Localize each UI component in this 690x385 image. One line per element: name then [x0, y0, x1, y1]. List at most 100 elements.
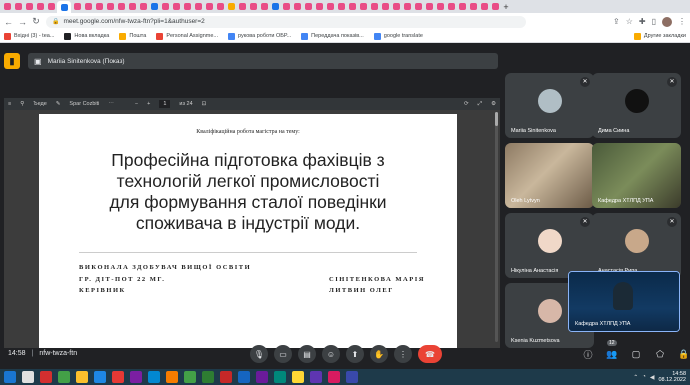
browser-tab[interactable]: [24, 2, 34, 12]
browser-tab[interactable]: [182, 2, 192, 12]
taskbar-app-icon[interactable]: [328, 371, 340, 383]
browser-tab[interactable]: [446, 2, 456, 12]
browser-tab[interactable]: [215, 2, 225, 12]
participant-tile[interactable]: Кафедра ХТЛПД УПА: [592, 143, 681, 208]
browser-tab[interactable]: [358, 2, 368, 12]
browser-tab[interactable]: [72, 2, 82, 12]
bookmark-item[interactable]: Нова вкладка: [64, 32, 109, 40]
browser-tab[interactable]: [35, 2, 45, 12]
browser-tab[interactable]: [292, 2, 302, 12]
browser-tab[interactable]: [94, 2, 104, 12]
scroll-thumb[interactable]: [495, 112, 498, 126]
participant-tile[interactable]: ✕ Дима Сиина: [592, 73, 681, 138]
taskbar-app-icon[interactable]: [112, 371, 124, 383]
taskbar-app-icon[interactable]: [94, 371, 106, 383]
taskbar-app-icon[interactable]: [4, 371, 16, 383]
taskbar-app-icon[interactable]: [292, 371, 304, 383]
browser-tab[interactable]: [116, 2, 126, 12]
expand-icon[interactable]: ⤢: [478, 101, 482, 108]
taskbar-app-icon[interactable]: [202, 371, 214, 383]
browser-tab[interactable]: [457, 2, 467, 12]
taskbar-app-icon[interactable]: [274, 371, 286, 383]
bookmark-item[interactable]: google translate: [373, 32, 423, 40]
browser-tab[interactable]: [226, 2, 236, 12]
browser-tab[interactable]: [490, 2, 500, 12]
participant-tile[interactable]: ✕ Mariia Sinitenkova: [505, 73, 594, 138]
tool-b[interactable]: Spar Cozbiti: [69, 101, 99, 107]
activities-button[interactable]: ⬠: [652, 345, 668, 363]
taskbar-app-icon[interactable]: [310, 371, 322, 383]
new-tab-icon[interactable]: +: [501, 2, 511, 12]
hangup-button[interactable]: ☎: [418, 345, 442, 363]
taskbar-app-icon[interactable]: [130, 371, 142, 383]
browser-tab[interactable]: [259, 2, 269, 12]
page-number[interactable]: 1: [159, 100, 171, 108]
browser-tab[interactable]: [314, 2, 324, 12]
browser-tab[interactable]: [160, 2, 170, 12]
more-icon[interactable]: ⋯: [108, 101, 114, 107]
taskbar-app-icon[interactable]: [76, 371, 88, 383]
taskbar-app-icon[interactable]: [148, 371, 160, 383]
browser-tab[interactable]: [402, 2, 412, 12]
browser-tab[interactable]: [105, 2, 115, 12]
profile-avatar[interactable]: [662, 16, 672, 27]
sidebar-icon[interactable]: ▯: [652, 17, 656, 26]
camera-button[interactable]: ▭: [274, 345, 292, 363]
bookmark-item[interactable]: Пошта: [119, 32, 146, 40]
bookmark-item[interactable]: Personal Assignme...: [156, 32, 218, 40]
browser-tab[interactable]: [347, 2, 357, 12]
menu-dots-icon[interactable]: ⋮: [678, 17, 686, 26]
self-view-tile[interactable]: Кафедра ХТЛПД УПА: [568, 271, 680, 332]
meeting-details-button[interactable]: ⓘ: [580, 345, 596, 363]
browser-tab[interactable]: [204, 2, 214, 12]
taskbar-app-icon[interactable]: [346, 371, 358, 383]
participant-tile[interactable]: ✕ Нікуліна Анастасія: [505, 213, 594, 278]
browser-tab[interactable]: [336, 2, 346, 12]
browser-tab[interactable]: [281, 2, 291, 12]
browser-tab[interactable]: [391, 2, 401, 12]
meet-activity-icon[interactable]: ▮: [4, 53, 20, 69]
browser-tab[interactable]: [237, 2, 247, 12]
browser-tab[interactable]: [83, 2, 93, 12]
settings-icon[interactable]: ⚙: [491, 101, 496, 107]
taskbar-app-icon[interactable]: [58, 371, 70, 383]
browser-tab[interactable]: [270, 2, 280, 12]
present-button[interactable]: ⬆: [346, 345, 364, 363]
people-button[interactable]: 12 👥: [604, 340, 620, 363]
browser-tab[interactable]: [13, 2, 23, 12]
wifi-icon[interactable]: ◔: [642, 374, 646, 380]
emoji-button[interactable]: ☺: [322, 345, 340, 363]
forward-icon[interactable]: →: [18, 17, 27, 27]
browser-tab[interactable]: [149, 2, 159, 12]
volume-icon[interactable]: ◀: [650, 374, 655, 381]
browser-tab[interactable]: [248, 2, 258, 12]
participant-tile[interactable]: ✕ Анастасія Рипа: [592, 213, 681, 278]
filter-icon[interactable]: ⚲: [20, 101, 24, 107]
browser-tab[interactable]: [424, 2, 434, 12]
bookmark-item[interactable]: Переддача показів...: [301, 32, 364, 40]
browser-tab[interactable]: [127, 2, 137, 12]
browser-tab[interactable]: [479, 2, 489, 12]
browser-tab[interactable]: [369, 2, 379, 12]
bookmark-item[interactable]: Вхідні (3) - tea...: [4, 32, 54, 40]
bookmark-item[interactable]: рукова роботи ОБР...: [227, 32, 291, 40]
menu-icon[interactable]: ≡: [8, 101, 11, 107]
fit-icon[interactable]: ⊡: [202, 101, 207, 107]
other-bookmarks[interactable]: Другие закладки: [633, 32, 686, 40]
browser-tab[interactable]: [468, 2, 478, 12]
more-options-button[interactable]: ⋮: [394, 345, 412, 363]
tool-a[interactable]: Ъеде: [33, 101, 47, 107]
browser-tab[interactable]: [380, 2, 390, 12]
taskbar-app-icon[interactable]: [238, 371, 250, 383]
zoom-in-icon[interactable]: +: [147, 101, 150, 107]
share-icon[interactable]: ⇪: [613, 17, 620, 26]
back-icon[interactable]: ←: [4, 17, 13, 27]
host-controls-button[interactable]: 🔒: [676, 345, 690, 363]
presenter-pill[interactable]: ▣ Mariia Sinitenkova (Показ): [28, 53, 498, 69]
browser-tab[interactable]: [413, 2, 423, 12]
chat-button[interactable]: ▢: [628, 345, 644, 363]
browser-tab[interactable]: [435, 2, 445, 12]
browser-tab[interactable]: [2, 2, 12, 12]
captions-button[interactable]: ▤: [298, 345, 316, 363]
taskbar-app-icon[interactable]: [40, 371, 52, 383]
